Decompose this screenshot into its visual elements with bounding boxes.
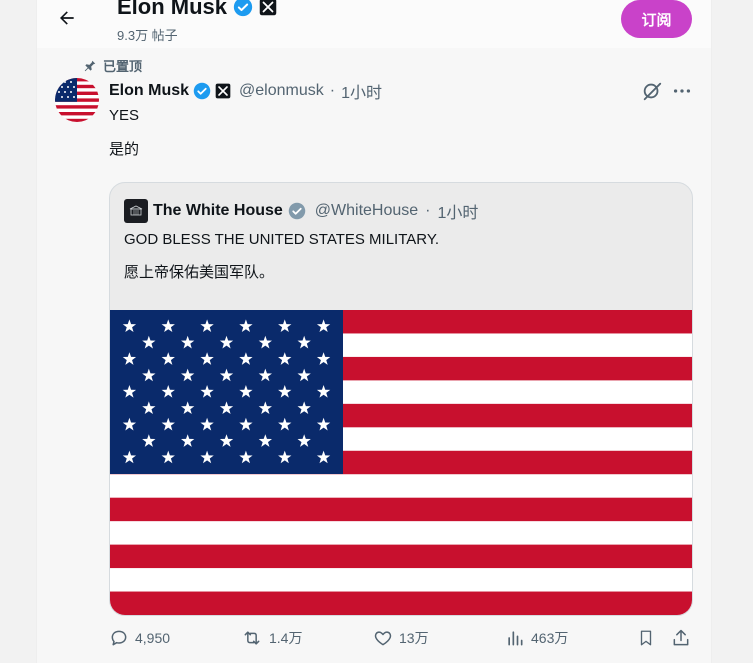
like-button[interactable]: 13万 [373,628,429,648]
tweet-actions: 4,950 1.4万 13万 463万 [109,628,699,654]
author-name[interactable]: Elon Musk [109,82,189,100]
grok-button[interactable] [641,80,663,107]
repost-count: 1.4万 [269,630,303,646]
reply-icon [111,630,127,646]
grok-icon [643,82,662,101]
back-arrow-icon [60,11,74,25]
gray-verified-badge-icon [288,202,306,220]
views-icon [508,631,523,646]
bookmark-icon [640,630,652,646]
whitehouse-avatar[interactable] [124,199,148,223]
quote-text-en: GOD BLESS THE UNITED STATES MILITARY. [124,231,440,248]
reply-count: 4,950 [135,630,171,646]
views-count: 463万 [531,630,569,646]
tweet-time[interactable]: 1小时 [341,79,382,103]
repost-button[interactable]: 1.4万 [241,628,302,648]
verified-badge-icon [233,0,253,17]
share-icon [673,629,689,646]
back-button[interactable] [53,4,81,32]
profile-header: Elon Musk 9.3万 帖子 订阅 [37,0,711,48]
pinned-indicator: 已置顶 [83,56,142,75]
us-flag-avatar-icon [55,78,99,122]
more-icon [673,89,691,93]
whitehouse-logo-icon [129,205,143,216]
us-flag-image[interactable] [110,310,692,615]
like-count: 13万 [399,630,429,646]
subscribe-button[interactable]: 订阅 [621,0,692,38]
quote-author-handle[interactable]: @WhiteHouse [315,202,418,220]
tweet-author-row: Elon Musk @elonmusk · 1小时 [109,79,382,103]
x-affiliate-icon [215,83,231,99]
quote-author-row: The White House @WhiteHouse · 1小时 [124,199,478,223]
quoted-tweet[interactable]: The White House @WhiteHouse · 1小时 GOD BL… [109,182,693,616]
x-affiliate-icon [259,0,277,16]
avatar[interactable] [55,78,99,122]
author-handle[interactable]: @elonmusk [239,82,324,100]
separator-dot: · [425,202,431,219]
bookmark-button[interactable] [637,628,655,648]
like-icon [374,631,392,646]
quote-author-name[interactable]: The White House [153,202,283,220]
tweet-text-en: YES [109,107,140,124]
header-title: Elon Musk [117,0,277,20]
views-button[interactable]: 463万 [505,628,568,648]
separator-dot: · [329,82,336,99]
pin-icon [84,60,96,71]
verified-badge-icon [193,82,211,100]
post-count: 9.3万 帖子 [117,28,178,43]
share-button[interactable] [671,628,691,648]
repost-icon [244,631,260,645]
tweet-text-zh: 是的 [109,141,140,158]
header-name: Elon Musk [117,0,228,19]
quote-text-zh: 愿上帝保佑美国军队。 [124,264,275,281]
right-panel-edge [745,0,753,663]
reply-button[interactable]: 4,950 [109,628,170,648]
timeline-column: Elon Musk 9.3万 帖子 订阅 已置顶 Elon Musk @elon… [36,0,712,663]
quote-time[interactable]: 1小时 [438,199,479,223]
more-button[interactable] [671,80,693,107]
pinned-label: 已置顶 [103,59,143,74]
